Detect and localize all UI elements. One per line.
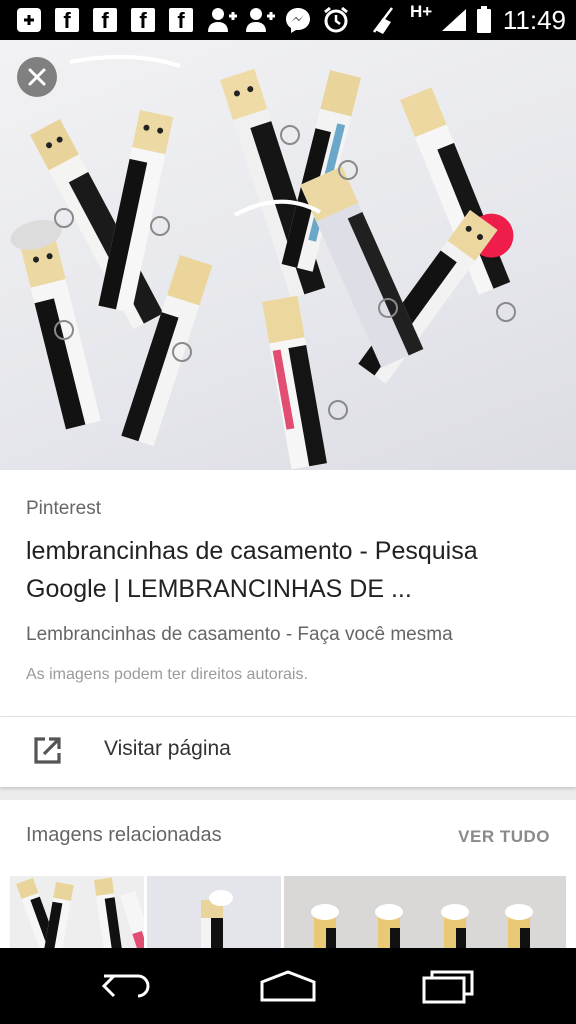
add-contact-icon [246, 6, 276, 34]
battery-icon [474, 6, 494, 34]
related-thumbnail[interactable] [10, 876, 144, 948]
signal-icon [440, 6, 468, 34]
home-icon [260, 970, 316, 1002]
messenger-icon [284, 6, 312, 34]
close-button[interactable] [17, 57, 57, 97]
visit-page-label: Visitar página [104, 737, 231, 760]
navigation-bar [0, 948, 576, 1024]
back-icon [101, 974, 150, 998]
add-contact-icon [208, 6, 238, 34]
status-bar: f f f f H+ 11:49 [0, 0, 576, 40]
clock: 11:49 [502, 5, 566, 35]
facebook-icon: f [92, 6, 118, 34]
clothespins-photo [10, 54, 516, 470]
copyright-notice: As imagens podem ter direitos autorais. [26, 666, 308, 683]
related-images-section: Imagens relacionadas VER TUDO [0, 800, 576, 948]
facebook-icon: f [168, 6, 194, 34]
close-icon [28, 68, 46, 86]
source-name[interactable]: Pinterest [26, 498, 101, 520]
clothespin-thumbnail [201, 890, 233, 948]
back-button[interactable] [98, 966, 158, 1006]
page-title[interactable]: lembrancinhas de casamento - Pesquisa Go… [26, 532, 556, 608]
recent-apps-icon [422, 970, 474, 1004]
visit-page-button[interactable]: Visitar página [0, 717, 576, 787]
clothespins-thumbnail [15, 877, 144, 948]
recent-apps-button[interactable] [418, 966, 478, 1006]
add-icon [16, 6, 42, 34]
related-images-title: Imagens relacionadas [26, 824, 222, 846]
see-all-button[interactable]: VER TUDO [458, 827, 550, 847]
main-image[interactable] [0, 40, 576, 470]
facebook-icon: f [54, 6, 80, 34]
clothespins-row-thumbnail [311, 904, 533, 948]
home-button[interactable] [258, 966, 318, 1006]
related-thumbnail[interactable] [147, 876, 281, 948]
alarm-icon [322, 6, 350, 34]
network-type: H+ [410, 2, 433, 21]
facebook-icon: f [130, 6, 156, 34]
image-info-card: Pinterest lembrancinhas de casamento - P… [0, 470, 576, 716]
mute-icon [370, 6, 396, 34]
open-in-new-icon [34, 737, 61, 764]
image-description: Lembrancinhas de casamento - Faça você m… [26, 624, 453, 645]
related-thumbnail[interactable] [284, 876, 566, 948]
